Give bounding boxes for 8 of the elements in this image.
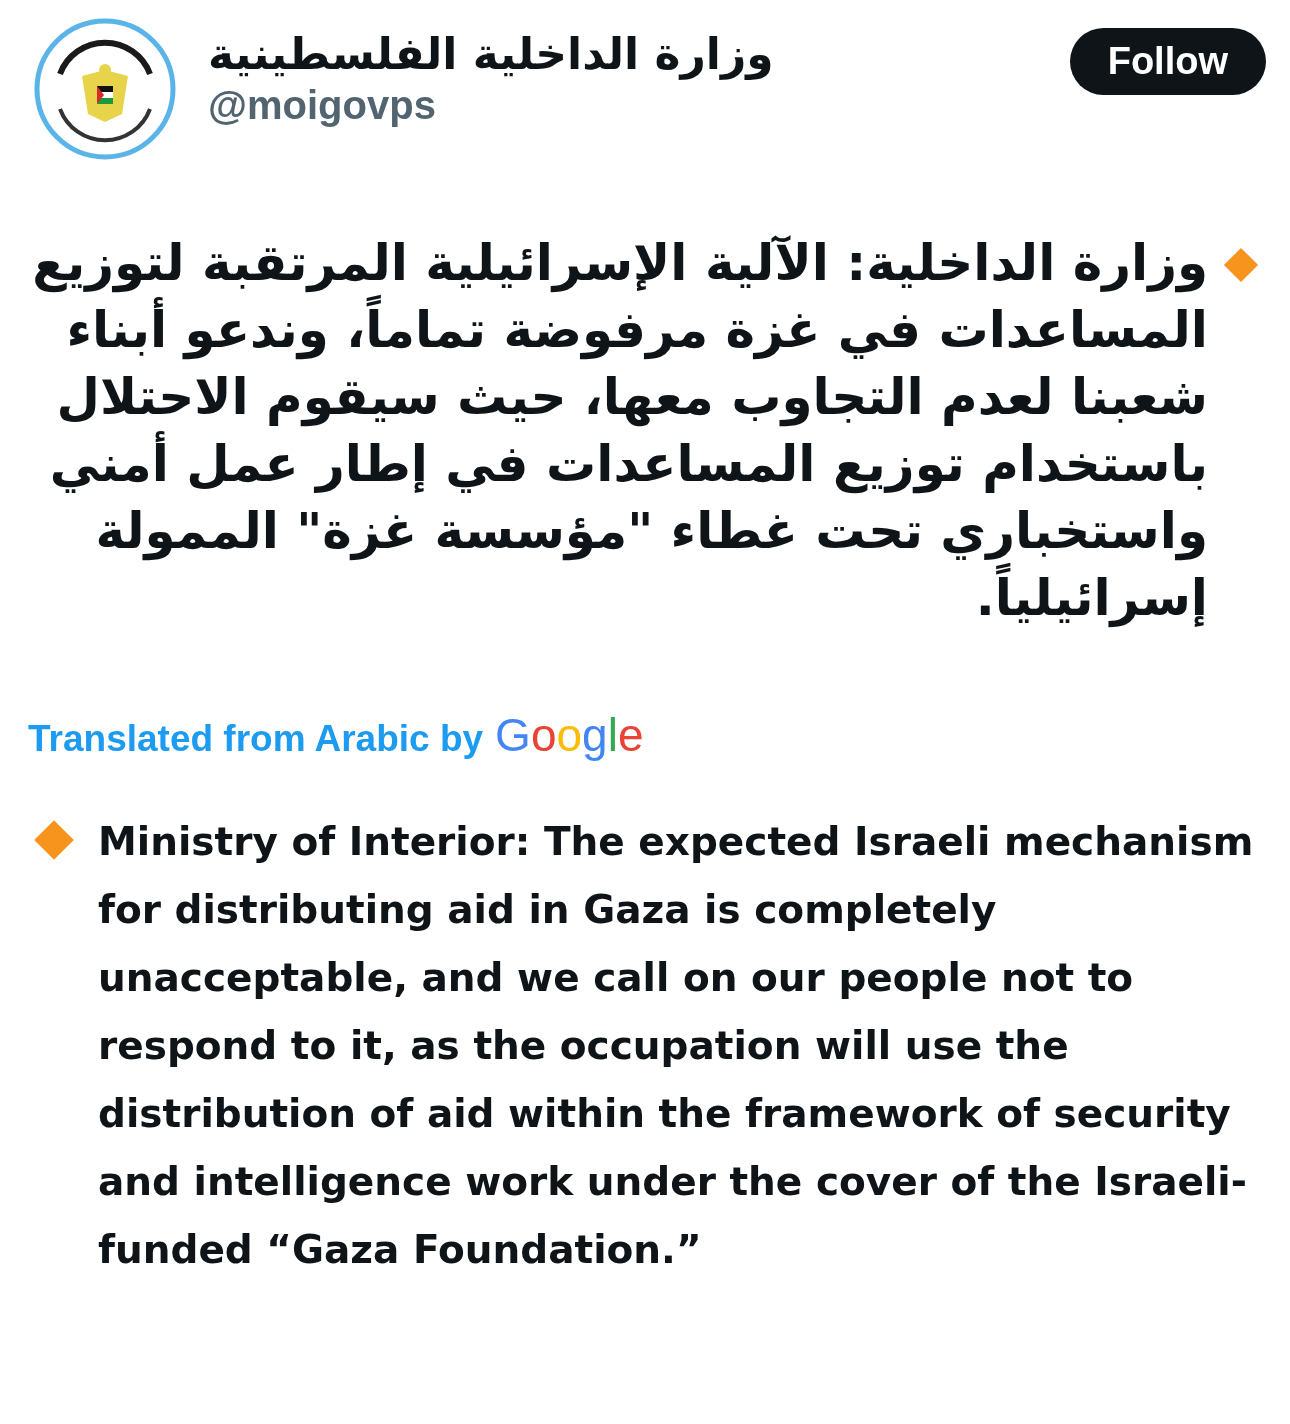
- diamond-icon: [1222, 246, 1260, 284]
- google-logo: Google: [495, 708, 644, 762]
- translated-text: Ministry of Interior: The expected Israeli mechanism for distributing aid in Gaza is completely unacceptable, and we call on our people not to respond to it, as the occupation will use the distribution of aid within the framework of security and intelligence work under the cover of the Israeli-funded “Gaza Foundation.”: [98, 818, 1255, 1274]
- account-handle: @moigovps: [208, 83, 437, 128]
- follow-button[interactable]: Follow: [1069, 28, 1266, 95]
- account-name: وزارة الداخلية الفلسطينية: [208, 28, 775, 79]
- diamond-icon: [32, 818, 76, 862]
- post-text: وزارة الداخلية: الآلية الإسرائيلية المرتقبة لتوزيع المساعدات في غزة مرفوضة تماماً، وندعو أبناء شعبنا لعدم التجاوب معها، حيث سيقوم الاحتلال باستخدام توزيع المساعدات في إطار عمل أمني واستخباري تحت غطاء "مؤسسة غزة" الممولة إسرائيلياً.: [31, 233, 1208, 630]
